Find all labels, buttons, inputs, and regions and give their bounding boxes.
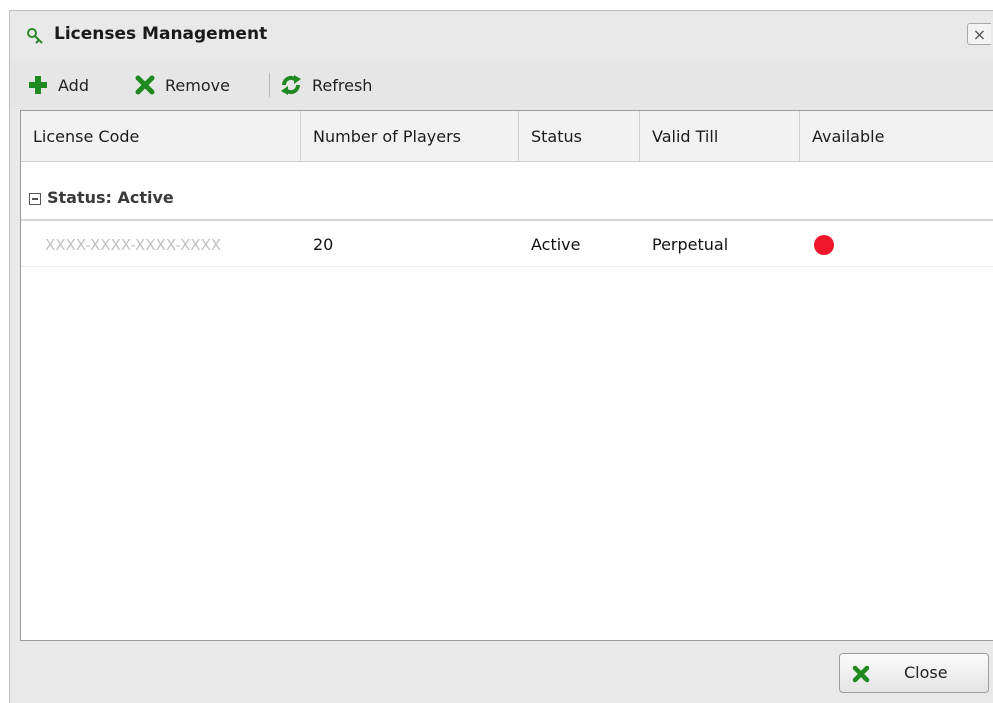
toolbar-separator [269,73,270,97]
cell-number-of-players: 20 [313,235,334,254]
cell-available [800,223,993,266]
cell-license-code: XXXX-XXXX-XXXX-XXXX [45,236,222,254]
close-icon: × [972,25,987,44]
add-label: Add [58,75,89,95]
refresh-icon [281,75,301,95]
close-label: Close [904,663,948,682]
toolbar: Add Remove Refresh [10,59,993,110]
plus-icon [29,76,47,94]
add-button[interactable]: Add [28,72,89,98]
column-header-license-code[interactable]: License Code [21,111,301,161]
x-icon [852,665,870,683]
group-label: Status: Active [47,188,174,207]
column-header-available[interactable]: Available [800,111,993,161]
column-header-number-of-players[interactable]: Number of Players [301,111,519,161]
refresh-label: Refresh [312,75,373,95]
column-header-status[interactable]: Status [519,111,640,161]
close-button[interactable]: Close [839,653,989,693]
collapse-icon[interactable] [29,193,41,205]
cell-valid-till: Perpetual [652,235,729,254]
refresh-button[interactable]: Refresh [280,72,372,98]
licenses-management-window: Licenses Management × Add Remove Refresh… [9,10,993,703]
window-title: Licenses Management [54,24,268,44]
table-row[interactable]: XXXX-XXXX-XXXX-XXXX 20 Active Perpetual [21,223,993,267]
remove-label: Remove [165,75,230,95]
remove-button[interactable]: Remove [135,72,230,98]
availability-indicator [814,235,834,255]
window-titlebar: Licenses Management × [10,11,993,58]
licenses-grid: License Code Number of Players Status Va… [20,110,993,641]
grid-header: License Code Number of Players Status Va… [21,111,993,162]
x-icon [135,75,155,95]
window-close-button[interactable]: × [967,23,991,45]
cell-status: Active [531,235,581,254]
column-header-valid-till[interactable]: Valid Till [640,111,800,161]
group-row-status-active[interactable]: Status: Active [21,181,993,221]
key-icon [26,27,44,45]
